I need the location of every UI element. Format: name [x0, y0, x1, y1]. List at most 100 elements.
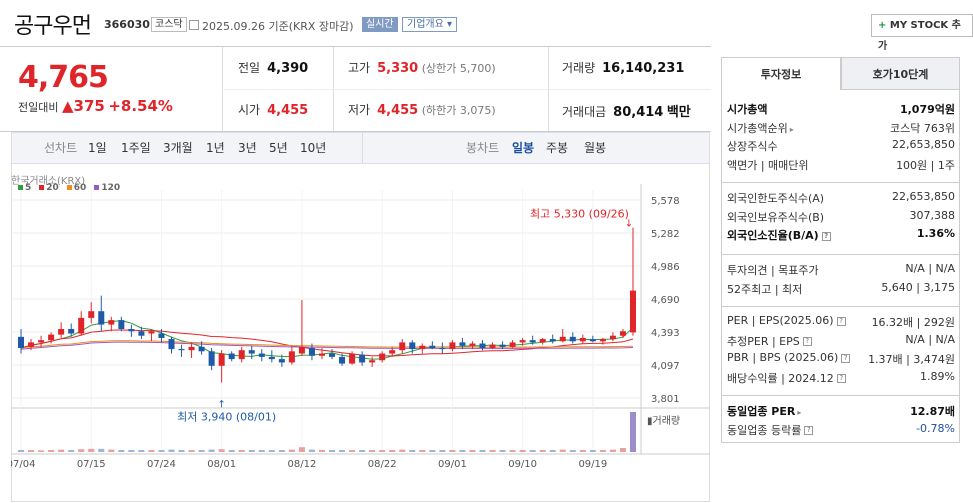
candle — [539, 339, 546, 343]
stock-name: 공구우먼 — [14, 14, 92, 39]
add-my-stock-button[interactable]: + MY STOCK 추가 — [871, 14, 973, 52]
candle — [118, 320, 125, 330]
candle — [329, 353, 336, 357]
help-icon[interactable]: ? — [836, 374, 846, 383]
candle — [619, 331, 626, 336]
volume-bar — [68, 450, 75, 452]
info-value: 1,079억원 — [899, 103, 955, 116]
price-chart[interactable]: 5,578 5,282 4,986 4,690 4,393 4,097 3,801 07/04… — [11, 164, 710, 502]
change-amount: ▲375 — [61, 97, 105, 115]
volume-bar — [88, 448, 95, 452]
candle — [48, 334, 55, 341]
x-tick-label: 08/22 — [368, 459, 397, 470]
volume-bar — [58, 449, 65, 452]
period-3[interactable]: 1년 — [206, 139, 225, 156]
info-row[interactable]: 동일업종 PER ▸ 12.87배 — [727, 403, 955, 421]
info-value: 코스닥 763위 — [890, 121, 955, 135]
chevron-right-icon: ▸ — [789, 124, 794, 134]
info-value: N/A | N/A — [905, 332, 955, 346]
candle — [469, 343, 476, 346]
realtime-button[interactable]: 실시간 — [362, 17, 398, 32]
volume-bar — [108, 449, 115, 452]
candle — [449, 342, 456, 350]
tab-order-book[interactable]: 호가10단계 — [841, 57, 960, 90]
volume-bar — [599, 450, 606, 452]
info-key: PER | EPS(2025.06)? — [727, 314, 846, 327]
volume-bar — [449, 450, 456, 452]
info-row: 추정PER | EPS? N/A | N/A — [727, 333, 955, 351]
candle — [349, 353, 356, 364]
candle — [188, 346, 195, 351]
header-divider — [0, 46, 711, 47]
candle — [429, 345, 436, 348]
candle — [228, 353, 235, 360]
volume-bar — [218, 449, 225, 452]
period-2[interactable]: 3개월 — [163, 139, 193, 156]
max-price-label: 최고 5,330 (09/26) — [530, 208, 629, 221]
company-overview-button[interactable]: 기업개요 ▾ — [402, 17, 458, 32]
info-key: 외국인소진율(B/A)? — [727, 227, 831, 243]
trade-value: 거래대금 80,414 백만 — [562, 105, 691, 120]
period-0[interactable]: 1일 — [88, 139, 107, 156]
info-row: 상장주식수 22,653,850 — [727, 138, 955, 156]
stock-code: 366030 — [104, 18, 150, 31]
info-key: 동일업종 PER ▸ — [727, 405, 802, 418]
prev-label: 전일대비 — [18, 101, 59, 114]
info-value: 22,653,850 — [892, 138, 955, 151]
x-tick-label: 09/19 — [578, 459, 607, 470]
volume-bar — [469, 450, 476, 452]
candle — [18, 336, 25, 348]
help-icon[interactable]: ? — [804, 426, 814, 435]
help-icon[interactable]: ? — [821, 231, 831, 241]
volume-bar — [369, 450, 376, 452]
candle — [288, 351, 295, 363]
candle — [208, 351, 215, 366]
period-6[interactable]: 10년 — [300, 139, 326, 156]
volume-bar — [48, 450, 55, 452]
candle — [318, 353, 325, 356]
volume-bar — [268, 450, 275, 452]
candle — [88, 311, 95, 318]
x-tick-label: 08/01 — [207, 459, 236, 470]
info-key: 동일업종 등락률? — [727, 422, 814, 438]
x-tick-label: 07/04 — [11, 459, 35, 470]
info-value: 5,640 | 3,175 — [881, 280, 955, 294]
candle — [369, 360, 376, 363]
info-value: -0.78% — [916, 421, 955, 435]
candle-period-1[interactable]: 주봉 — [546, 139, 568, 156]
y-tick-label: 5,578 — [651, 196, 680, 207]
price-change: 전일대비 ▲375 +8.54% — [18, 97, 173, 115]
info-row: PER | EPS(2025.06)? 16.32배 | 292원 — [727, 314, 955, 332]
volume-bar — [308, 449, 315, 452]
help-icon[interactable]: ? — [841, 353, 851, 363]
candle — [298, 346, 305, 354]
current-price: 4,765 — [18, 60, 109, 95]
info-row[interactable]: 시가총액순위 ▸ 코스닥 763위 — [727, 120, 955, 138]
volume-bar — [78, 449, 85, 452]
help-icon[interactable]: ? — [802, 337, 812, 346]
period-4[interactable]: 3년 — [238, 139, 257, 156]
candle-period-0[interactable]: 일봉 — [512, 139, 534, 156]
info-value: 307,388 — [909, 208, 956, 222]
candle — [569, 336, 576, 342]
section-divider — [721, 395, 960, 396]
info-row: 배당수익률 | 2024.12? 1.89% — [727, 370, 955, 388]
info-value: 16.32배 | 292원 — [871, 316, 955, 329]
help-icon[interactable]: ? — [836, 316, 846, 326]
candle — [278, 359, 285, 363]
info-value: N/A | N/A — [905, 262, 955, 275]
volume-bar — [399, 449, 406, 452]
candle — [68, 329, 75, 334]
period-5[interactable]: 5년 — [269, 139, 288, 156]
period-1[interactable]: 1주일 — [121, 139, 151, 156]
volume-bar — [339, 450, 346, 452]
volume-label: ▮거래량 — [647, 415, 680, 427]
info-key: 액면가 | 매매단위 — [727, 158, 809, 172]
candle — [268, 356, 275, 360]
candle — [589, 339, 596, 342]
volume-bar — [329, 450, 336, 452]
volume-bar — [589, 450, 596, 452]
candle-period-2[interactable]: 월봉 — [584, 139, 606, 156]
tab-investment-info[interactable]: 투자정보 — [721, 57, 841, 90]
info-row: 외국인소진율(B/A)? 1.36% — [727, 227, 955, 245]
